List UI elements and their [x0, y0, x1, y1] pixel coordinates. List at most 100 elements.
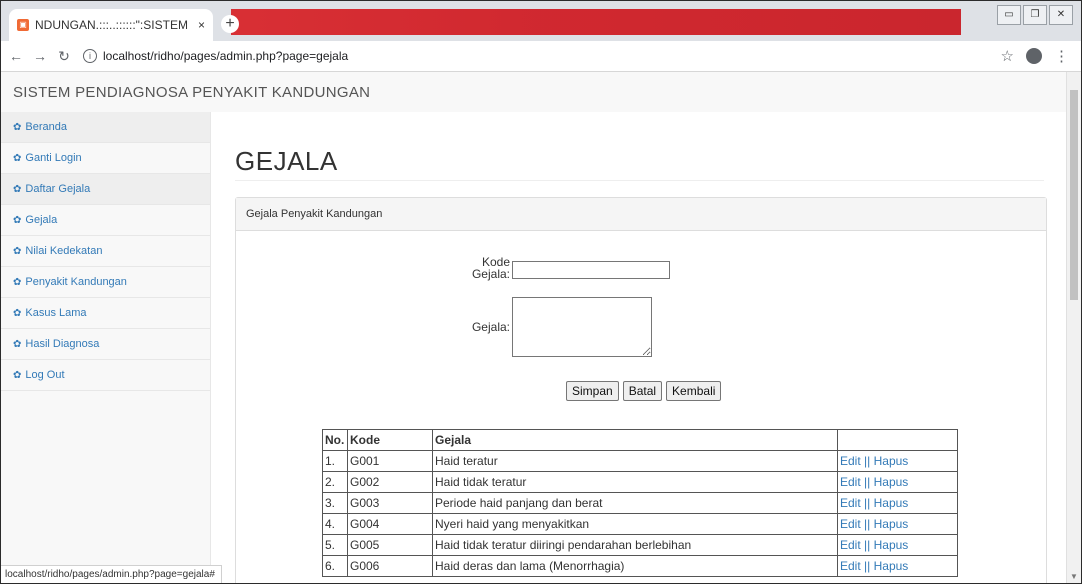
cell-no: 3. — [322, 492, 348, 514]
action-separator: || — [864, 517, 871, 531]
sidebar-item-ganti-login[interactable]: ✿ Ganti Login — [1, 143, 210, 174]
cell-gejala: Haid deras dan lama (Menorrhagia) — [432, 555, 838, 577]
browser-toolbar: ← → ↻ i localhost/ridho/pages/admin.php?… — [1, 41, 1081, 72]
hapus-link[interactable]: Hapus — [874, 454, 909, 468]
sidebar: ✿ Beranda ✿ Ganti Login ✿ Daftar Gejala … — [1, 112, 211, 582]
sidebar-item-label: Penyakit Kandungan — [25, 276, 127, 288]
edit-link[interactable]: Edit — [840, 475, 861, 489]
sidebar-item-log-out[interactable]: ✿ Log Out — [1, 360, 210, 391]
gejala-label: Gejala: — [471, 320, 510, 334]
dashboard-icon: ✿ — [13, 369, 22, 381]
hapus-link[interactable]: Hapus — [874, 475, 909, 489]
cell-actions: Edit || Hapus — [837, 450, 958, 472]
sidebar-item-label: Ganti Login — [25, 152, 82, 164]
address-bar[interactable]: i localhost/ridho/pages/admin.php?page=g… — [83, 49, 348, 63]
dashboard-icon: ✿ — [13, 245, 22, 257]
tab-title: NDUNGAN.:::..::::::":SISTEM P — [35, 18, 192, 32]
cell-kode: G003 — [347, 492, 433, 514]
reload-icon[interactable]: ↻ — [55, 48, 73, 65]
sidebar-item-hasil-diagnosa[interactable]: ✿ Hasil Diagnosa — [1, 329, 210, 360]
cell-gejala: Periode haid panjang dan berat — [432, 492, 838, 514]
cell-no: 1. — [322, 450, 348, 472]
panel-heading: Gejala Penyakit Kandungan — [236, 198, 1046, 231]
action-separator: || — [864, 559, 871, 573]
sidebar-item-label: Log Out — [25, 369, 65, 381]
kode-label-line2: Gejala — [471, 267, 507, 281]
hapus-link[interactable]: Hapus — [874, 559, 909, 573]
edit-link[interactable]: Edit — [840, 517, 861, 531]
cell-kode: G002 — [347, 471, 433, 493]
sidebar-item-beranda[interactable]: ✿ Beranda — [1, 112, 210, 143]
sidebar-item-gejala[interactable]: ✿ Gejala — [1, 205, 210, 236]
dashboard-icon: ✿ — [13, 214, 22, 226]
form-buttons: Simpan Batal Kembali — [566, 381, 722, 401]
dashboard-icon: ✿ — [13, 152, 22, 164]
sidebar-item-label: Hasil Diagnosa — [25, 338, 100, 350]
kode-gejala-input[interactable] — [512, 261, 670, 279]
close-window-icon[interactable]: ✕ — [1049, 5, 1073, 25]
menu-kebab-icon[interactable]: ⋮ — [1054, 47, 1069, 65]
bookmark-star-icon[interactable]: ☆ — [1001, 47, 1014, 65]
table-row: 6. G006 Haid deras dan lama (Menorrhagia… — [322, 555, 958, 577]
new-tab-button[interactable]: + — [221, 15, 239, 33]
hapus-link[interactable]: Hapus — [874, 517, 909, 531]
action-separator: || — [864, 475, 871, 489]
favicon-icon: ▣ — [17, 19, 29, 31]
tab-strip-overlay — [231, 9, 961, 35]
sidebar-item-kasus-lama[interactable]: ✿ Kasus Lama — [1, 298, 210, 329]
gejala-textarea[interactable] — [512, 297, 652, 357]
sidebar-item-penyakit-kandungan[interactable]: ✿ Penyakit Kandungan — [1, 267, 210, 298]
dashboard-icon: ✿ — [13, 276, 22, 288]
edit-link[interactable]: Edit — [840, 454, 861, 468]
scrollbar-thumb[interactable] — [1070, 90, 1078, 300]
batal-button[interactable]: Batal — [622, 381, 663, 401]
hapus-link[interactable]: Hapus — [874, 496, 909, 510]
cell-gejala: Haid tidak teratur — [432, 471, 838, 493]
browser-tab[interactable]: ▣ NDUNGAN.:::..::::::":SISTEM P × — [9, 9, 213, 41]
sidebar-item-label: Beranda — [25, 121, 67, 133]
table-row: 5. G005 Haid tidak teratur diiringi pend… — [322, 534, 958, 556]
back-icon[interactable]: ← — [7, 48, 25, 64]
cell-actions: Edit || Hapus — [837, 492, 958, 514]
action-separator: || — [864, 454, 871, 468]
simpan-button[interactable]: Simpan — [566, 381, 619, 401]
sidebar-item-daftar-gejala[interactable]: ✿ Daftar Gejala — [1, 174, 210, 205]
edit-link[interactable]: Edit — [840, 559, 861, 573]
kode-gejala-label: Kode Gejala: — [450, 256, 510, 280]
edit-link[interactable]: Edit — [840, 538, 861, 552]
tab-close-icon[interactable]: × — [198, 18, 205, 32]
tab-strip: ▣ NDUNGAN.:::..::::::":SISTEM P × + ▭ ❐ … — [1, 1, 1081, 41]
cell-actions: Edit || Hapus — [837, 534, 958, 556]
action-separator: || — [864, 496, 871, 510]
table-header-row: No. Kode Gejala — [322, 429, 958, 451]
gejala-table: No. Kode Gejala 1. G001 Haid teratur Edi… — [322, 429, 958, 577]
edit-link[interactable]: Edit — [840, 496, 861, 510]
cell-actions: Edit || Hapus — [837, 471, 958, 493]
title-divider — [235, 180, 1044, 181]
browser-window: ▣ NDUNGAN.:::..::::::":SISTEM P × + ▭ ❐ … — [0, 0, 1082, 584]
page-title: GEJALA — [235, 146, 338, 176]
minimize-icon[interactable]: ▭ — [997, 5, 1021, 25]
dashboard-icon: ✿ — [13, 307, 22, 319]
cell-kode: G001 — [347, 450, 433, 472]
address-text: localhost/ridho/pages/admin.php?page=gej… — [103, 49, 349, 63]
kembali-button[interactable]: Kembali — [666, 381, 722, 401]
cell-no: 5. — [322, 534, 348, 556]
app-brand[interactable]: SISTEM PENDIAGNOSA PENYAKIT KANDUNGAN — [13, 84, 370, 101]
cell-no: 4. — [322, 513, 348, 535]
cell-gejala: Haid tidak teratur diiringi pendarahan b… — [432, 534, 838, 556]
hapus-link[interactable]: Hapus — [874, 538, 909, 552]
restore-icon[interactable]: ❐ — [1023, 5, 1047, 25]
dashboard-icon: ✿ — [13, 183, 22, 195]
page-scrollbar[interactable]: ▼ — [1066, 72, 1081, 583]
sidebar-item-nilai-kedekatan[interactable]: ✿ Nilai Kedekatan — [1, 236, 210, 267]
table-row: 4. G004 Nyeri haid yang menyakitkan Edit… — [322, 513, 958, 535]
account-icon[interactable] — [1026, 48, 1042, 64]
forward-icon[interactable]: → — [31, 48, 49, 64]
sidebar-item-label: Nilai Kedekatan — [25, 245, 103, 257]
scroll-down-icon[interactable]: ▼ — [1070, 572, 1078, 581]
cell-kode: G005 — [347, 534, 433, 556]
info-icon[interactable]: i — [83, 49, 97, 63]
header-aksi — [837, 429, 958, 451]
sidebar-item-label: Kasus Lama — [25, 307, 87, 319]
